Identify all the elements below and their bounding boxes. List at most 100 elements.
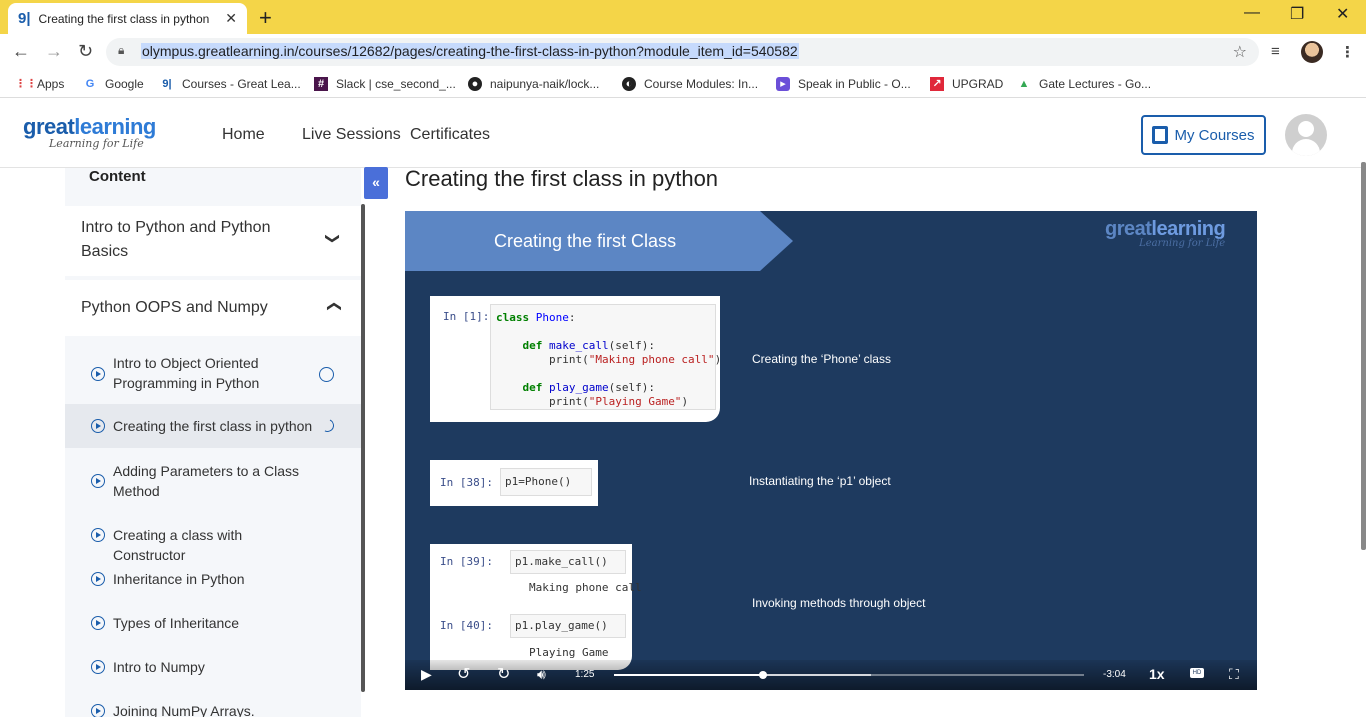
video-player[interactable]: Creating the first Class greatlearning L…: [405, 211, 1257, 690]
lock-icon: 🔒︎: [118, 43, 125, 57]
speak-icon: ▸: [776, 77, 790, 91]
minimize-icon[interactable]: —: [1244, 4, 1260, 22]
playback-speed[interactable]: 1x: [1149, 666, 1165, 682]
lesson-item[interactable]: Inheritance in Python: [65, 564, 361, 594]
google-icon: G: [85, 78, 95, 90]
gl-icon: 9|: [162, 78, 172, 90]
play-game-output: Playing Game: [529, 646, 609, 659]
site-header: greatlearning Learning for Life Home Liv…: [0, 102, 1366, 168]
instantiate-code: p1=Phone(): [505, 475, 572, 488]
greatlearning-logo[interactable]: greatlearning Learning for Life: [23, 114, 156, 150]
code-block: class Phone: def make_call(self): print(…: [490, 304, 721, 410]
gl-favicon-icon: 9|: [18, 10, 31, 27]
lesson-item[interactable]: Types of Inheritance: [65, 608, 361, 638]
new-tab-icon[interactable]: +: [259, 5, 272, 31]
play-circle-icon: [91, 616, 105, 630]
apps-grid-icon: ⋮⋮: [15, 78, 37, 90]
code-block: p1.make_call(): [510, 550, 626, 574]
bookmark-gate[interactable]: ▲ Gate Lectures - Go...: [1017, 77, 1152, 91]
menu-kebab-icon[interactable]: ⋮: [1340, 43, 1355, 61]
lesson-item[interactable]: Adding Parameters to a Class Method: [65, 452, 361, 512]
collapse-sidebar-button[interactable]: «: [364, 167, 388, 199]
lesson-label: Creating a class with Constructor: [113, 527, 243, 563]
bookmark-label: UPGRAD: [952, 77, 1004, 91]
video-timeline[interactable]: [614, 671, 1084, 679]
github-icon: ●: [468, 77, 482, 91]
restore-icon[interactable]: ❐: [1290, 4, 1304, 24]
bookmark-apps[interactable]: ⋮⋮ Apps: [15, 77, 64, 91]
fullscreen-icon[interactable]: ⛶: [1229, 666, 1239, 683]
my-courses-button[interactable]: My Courses: [1141, 115, 1266, 155]
reload-icon[interactable]: ↻: [78, 41, 93, 62]
forward-icon[interactable]: →: [45, 41, 63, 62]
page-scrollbar[interactable]: [1361, 162, 1366, 550]
chevron-down-icon[interactable]: ❯: [324, 233, 341, 245]
cell-prompt: In [39]:: [440, 555, 493, 568]
lesson-label: Inheritance in Python: [113, 571, 245, 587]
lesson-label: Creating the first class in python: [113, 418, 313, 434]
lesson-label: Joining NumPy Arrays.: [113, 703, 255, 717]
nav-certificates[interactable]: Certificates: [410, 126, 490, 144]
video-controls: ▶ ↺ ↻ 🔊︎ 1:25 -3:04 1x HD ⛶: [405, 660, 1257, 690]
lesson-item[interactable]: Intro to Object Oriented Programming in …: [65, 340, 361, 408]
volume-icon[interactable]: 🔊︎: [537, 666, 546, 683]
class-phone-code: class Phone: def make_call(self): print(…: [496, 311, 722, 408]
play-circle-icon: [91, 572, 105, 586]
lesson-item[interactable]: Intro to Numpy: [65, 652, 361, 682]
chevron-up-icon[interactable]: ❯: [324, 301, 341, 313]
play-circle-icon: [91, 474, 105, 488]
lesson-label: Intro to Object Oriented Programming in …: [113, 355, 260, 391]
current-time: 1:25: [575, 669, 595, 680]
timeline-knob[interactable]: [758, 671, 767, 679]
lesson-item[interactable]: Joining NumPy Arrays.: [65, 696, 361, 717]
hd-icon[interactable]: HD: [1190, 668, 1204, 678]
bookmark-courses[interactable]: 9| Courses - Great Lea...: [160, 77, 300, 91]
rewind-icon[interactable]: ↺: [457, 664, 470, 684]
logo-text-learning: learning: [74, 114, 156, 139]
play-circle-icon: [91, 704, 105, 717]
bookmark-github[interactable]: ● naipunya-naik/lock...: [468, 77, 599, 91]
bookmark-course-modules[interactable]: ◐ Course Modules: In...: [622, 77, 758, 91]
cell-prompt: In [38]:: [440, 476, 493, 489]
bookmark-label: naipunya-naik/lock...: [490, 77, 600, 91]
play-icon[interactable]: ▶: [421, 666, 432, 683]
play-circle-icon: [91, 419, 105, 433]
code-cell-instantiate: In [38]: p1=Phone(): [430, 460, 598, 506]
browser-tab[interactable]: 9| Creating the first class in python ✕: [8, 3, 247, 34]
nav-live-sessions[interactable]: Live Sessions: [302, 126, 401, 144]
forward-skip-icon[interactable]: ↻: [497, 664, 510, 684]
lesson-title: Creating the first class in python: [405, 166, 719, 191]
bookmark-label: Gate Lectures - Go...: [1039, 77, 1152, 91]
close-tab-icon[interactable]: ✕: [225, 10, 237, 27]
bookmark-google[interactable]: G Google: [83, 77, 144, 91]
section-python-basics[interactable]: Intro to Python and Python Basics ❯: [65, 206, 361, 276]
played-bar: [614, 674, 763, 676]
bookmark-speak[interactable]: ▸ Speak in Public - O...: [776, 77, 911, 91]
profile-avatar[interactable]: [1301, 41, 1323, 63]
close-window-icon[interactable]: ✕: [1336, 4, 1349, 24]
url-text[interactable]: olympus.greatlearning.in/courses/12682/p…: [141, 43, 799, 59]
bookmark-label: Course Modules: In...: [644, 77, 759, 91]
address-bar[interactable]: 🔒︎ olympus.greatlearning.in/courses/1268…: [106, 38, 1259, 66]
logo-text-great: great: [23, 114, 75, 139]
code-cell-class-definition: In [1]: class Phone: def make_call(self)…: [430, 296, 721, 422]
lesson-item-active[interactable]: Creating the first class in python: [65, 404, 361, 448]
logo-tagline: Learning for Life: [49, 137, 144, 150]
upgrad-icon: ↗: [930, 77, 944, 91]
slide-caption: Instantiating the ‘p1’ object: [749, 474, 891, 488]
back-icon[interactable]: ←: [12, 41, 30, 62]
video-logo-great: great: [1105, 218, 1152, 240]
section-oops-numpy[interactable]: Python OOPS and Numpy ❯: [65, 280, 361, 336]
slide-caption: Invoking methods through object: [752, 596, 926, 610]
bookmark-slack[interactable]: # Slack | cse_second_...: [314, 77, 456, 91]
nav-home[interactable]: Home: [222, 126, 265, 144]
browser-toolbar: ← → ↻ 🔒︎ olympus.greatlearning.in/course…: [0, 34, 1366, 70]
lesson-item[interactable]: Creating a class with Constructor: [65, 520, 361, 563]
sidebar-scrollbar[interactable]: [361, 204, 365, 692]
make-call-code: p1.make_call(): [515, 555, 608, 568]
bookmark-upgrad[interactable]: ↗ UPGRAD: [930, 77, 1003, 91]
bookmark-star-icon[interactable]: ☆: [1233, 42, 1247, 62]
bookmark-label: Slack | cse_second_...: [336, 77, 456, 91]
media-queue-icon[interactable]: ≡: [1271, 43, 1280, 60]
user-avatar[interactable]: [1285, 114, 1327, 156]
